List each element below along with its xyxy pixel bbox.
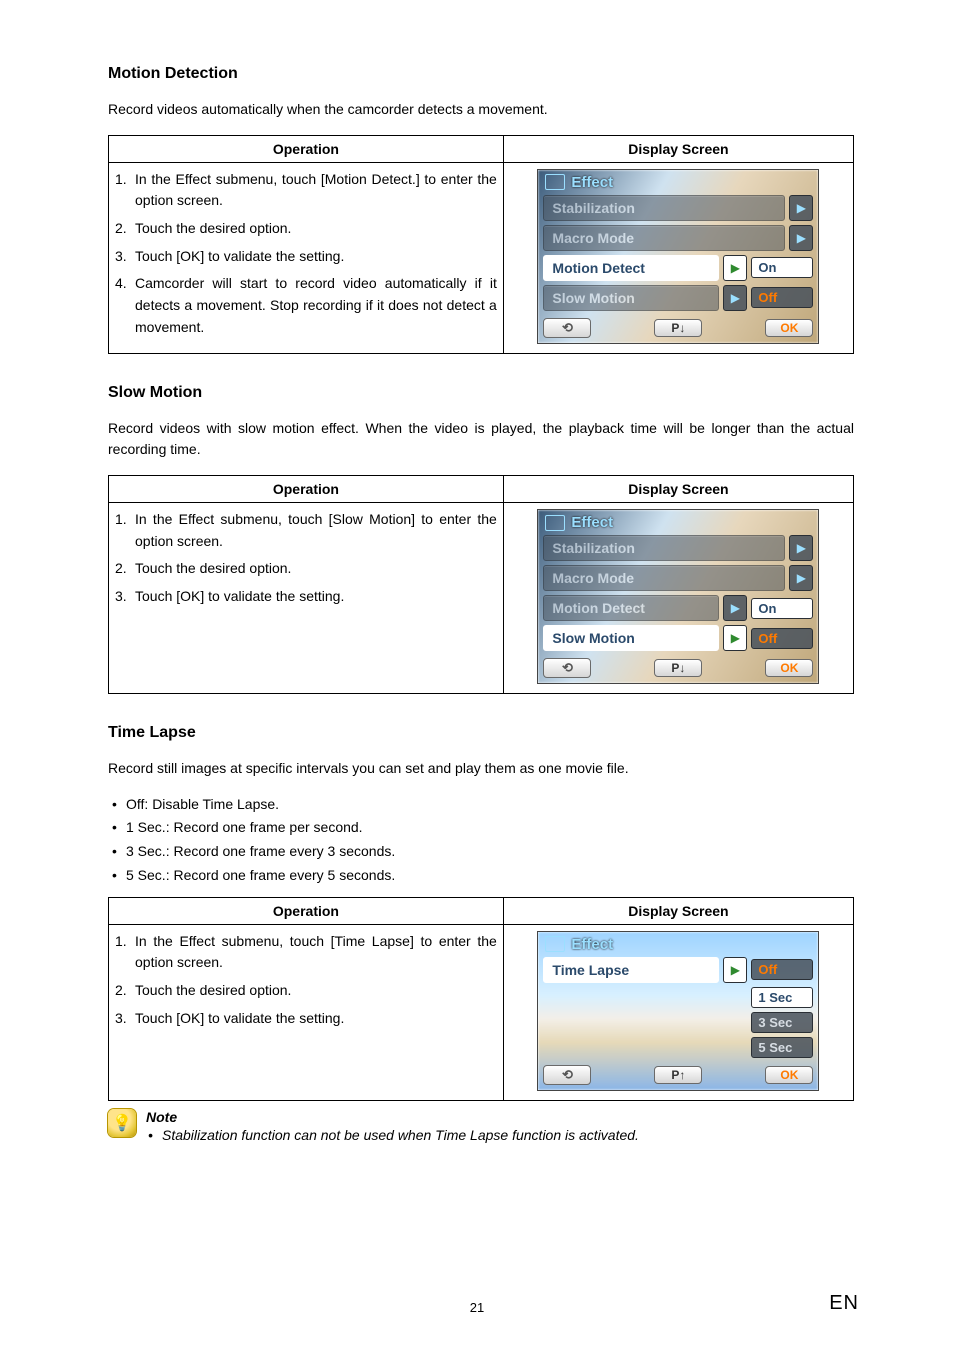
- return-icon: ⟲: [562, 320, 573, 336]
- page-down-button[interactable]: P↓: [654, 319, 702, 337]
- menu-item-stabilization[interactable]: Stabilization: [543, 535, 785, 561]
- chevron-right-icon[interactable]: ▶: [789, 535, 813, 561]
- page-language: EN: [829, 1292, 859, 1315]
- menu-header: Effect: [571, 936, 613, 953]
- list-item: 1 Sec.: Record one frame per second.: [108, 817, 854, 839]
- step-text: Touch [OK] to validate the setting.: [135, 586, 497, 608]
- th-display-screen: Display Screen: [503, 476, 853, 503]
- page-down-button[interactable]: P↓: [654, 659, 702, 677]
- chevron-right-icon[interactable]: ▶: [723, 285, 747, 311]
- ok-button[interactable]: OK: [765, 319, 813, 337]
- th-operation: Operation: [109, 476, 504, 503]
- operation-steps: 1.In the Effect submenu, touch [Motion D…: [115, 169, 497, 339]
- option-1sec[interactable]: 1 Sec: [751, 987, 813, 1008]
- menu-item-macro-mode[interactable]: Macro Mode: [543, 225, 785, 251]
- list-item: 3 Sec.: Record one frame every 3 seconds…: [108, 841, 854, 863]
- step-text: Touch the desired option.: [135, 558, 497, 580]
- return-icon: ⟲: [562, 1067, 573, 1083]
- option-off[interactable]: Off: [751, 628, 813, 649]
- return-icon: ⟲: [562, 660, 573, 676]
- lightbulb-icon: 💡: [108, 1109, 136, 1137]
- th-display-screen: Display Screen: [503, 135, 853, 162]
- chevron-right-icon[interactable]: ▶: [723, 957, 747, 983]
- camcorder-icon: [545, 936, 565, 952]
- menu-header: Effect: [571, 514, 613, 531]
- display-screen-motion: Effect Stabilization ▶ Macro Mode ▶: [537, 169, 819, 344]
- menu-item-macro-mode[interactable]: Macro Mode: [543, 565, 785, 591]
- back-button[interactable]: ⟲: [543, 318, 591, 338]
- menu-header: Effect: [571, 174, 613, 191]
- operation-steps: 1.In the Effect submenu, touch [Time Lap…: [115, 931, 497, 1030]
- menu-item-time-lapse[interactable]: Time Lapse: [543, 957, 719, 983]
- option-3sec[interactable]: 3 Sec: [751, 1012, 813, 1033]
- lead-time-lapse: Record still images at specific interval…: [108, 758, 854, 780]
- display-screen-time-lapse: Effect Time Lapse ▶ Off: [537, 931, 819, 1091]
- menu-item-slow-motion[interactable]: Slow Motion: [543, 625, 719, 651]
- th-display-screen: Display Screen: [503, 897, 853, 924]
- option-off[interactable]: Off: [751, 287, 813, 308]
- page-up-button[interactable]: P↑: [654, 1066, 702, 1084]
- camcorder-icon: [545, 515, 565, 531]
- lead-motion-detection: Record videos automatically when the cam…: [108, 99, 854, 121]
- step-text: Touch the desired option.: [135, 218, 497, 240]
- back-button[interactable]: ⟲: [543, 658, 591, 678]
- chevron-right-icon[interactable]: ▶: [723, 625, 747, 651]
- menu-item-motion-detect[interactable]: Motion Detect: [543, 595, 719, 621]
- lead-slow-motion: Record videos with slow motion effect. W…: [108, 418, 854, 461]
- option-5sec[interactable]: 5 Sec: [751, 1037, 813, 1058]
- heading-time-lapse: Time Lapse: [108, 724, 854, 742]
- note-heading: Note: [146, 1109, 639, 1125]
- th-operation: Operation: [109, 897, 504, 924]
- table-time-lapse: Operation Display Screen 1.In the Effect…: [108, 897, 854, 1101]
- display-screen-slow-motion: Effect Stabilization ▶ Macro Mode ▶: [537, 509, 819, 684]
- chevron-right-icon[interactable]: ▶: [789, 195, 813, 221]
- note-box: 💡 Note Stabilization function can not be…: [108, 1109, 854, 1143]
- chevron-right-icon[interactable]: ▶: [789, 225, 813, 251]
- option-on[interactable]: On: [751, 598, 813, 619]
- table-slow-motion: Operation Display Screen 1.In the Effect…: [108, 475, 854, 694]
- chevron-right-icon[interactable]: ▶: [723, 255, 747, 281]
- heading-motion-detection: Motion Detection: [108, 65, 854, 83]
- option-on[interactable]: On: [751, 257, 813, 278]
- step-text: In the Effect submenu, touch [Slow Motio…: [135, 509, 497, 552]
- step-text: Touch [OK] to validate the setting.: [135, 246, 497, 268]
- back-button[interactable]: ⟲: [543, 1065, 591, 1085]
- step-text: In the Effect submenu, touch [Time Lapse…: [135, 931, 497, 974]
- camcorder-icon: [545, 174, 565, 190]
- ok-button[interactable]: OK: [765, 1066, 813, 1084]
- step-text: In the Effect submenu, touch [Motion Det…: [135, 169, 497, 212]
- time-lapse-options-list: Off: Disable Time Lapse. 1 Sec.: Record …: [108, 794, 854, 887]
- chevron-right-icon[interactable]: ▶: [789, 565, 813, 591]
- list-item: 5 Sec.: Record one frame every 5 seconds…: [108, 865, 854, 887]
- chevron-right-icon[interactable]: ▶: [723, 595, 747, 621]
- menu-item-stabilization[interactable]: Stabilization: [543, 195, 785, 221]
- table-motion-detection: Operation Display Screen 1.In the Effect…: [108, 135, 854, 354]
- step-text: Camcorder will start to record video aut…: [135, 273, 497, 338]
- th-operation: Operation: [109, 135, 504, 162]
- operation-steps: 1.In the Effect submenu, touch [Slow Mot…: [115, 509, 497, 608]
- page-number: 21: [0, 1300, 954, 1315]
- menu-item-slow-motion[interactable]: Slow Motion: [543, 285, 719, 311]
- note-item: Stabilization function can not be used w…: [146, 1127, 639, 1143]
- ok-button[interactable]: OK: [765, 659, 813, 677]
- menu-item-motion-detect[interactable]: Motion Detect: [543, 255, 719, 281]
- option-off[interactable]: Off: [751, 959, 813, 980]
- step-text: Touch [OK] to validate the setting.: [135, 1008, 497, 1030]
- list-item: Off: Disable Time Lapse.: [108, 794, 854, 816]
- step-text: Touch the desired option.: [135, 980, 497, 1002]
- heading-slow-motion: Slow Motion: [108, 384, 854, 402]
